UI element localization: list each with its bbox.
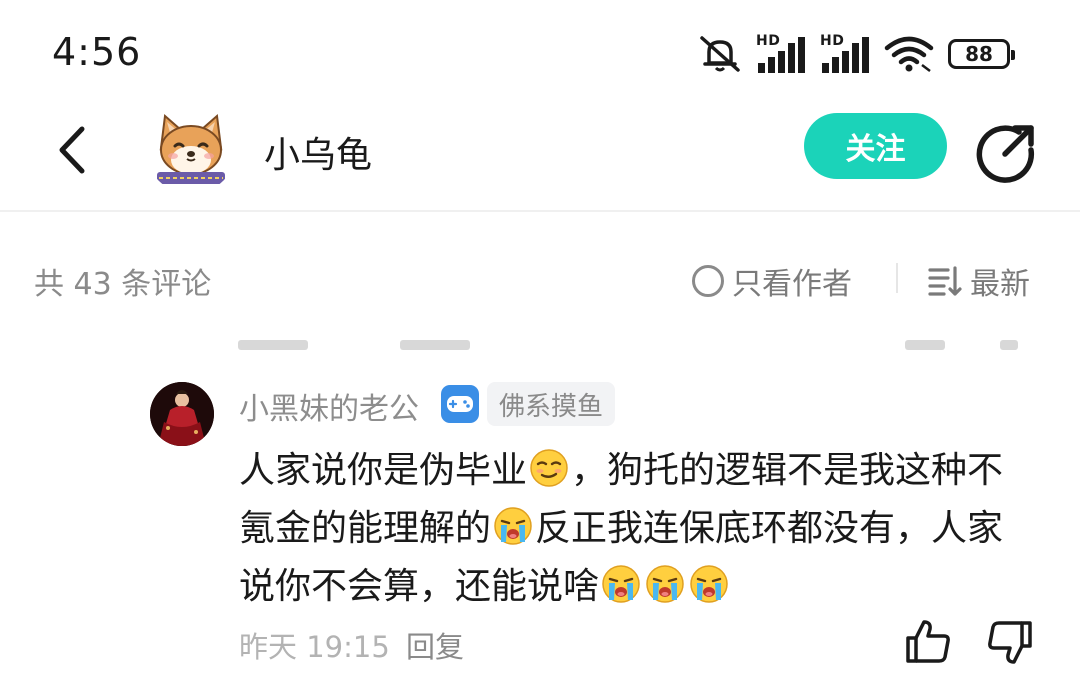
- thumbs-down-icon: [988, 621, 1032, 664]
- smirk-emoji-icon: [530, 449, 568, 487]
- comment-bar: 共 43 条评论 只看作者 最新: [0, 245, 1080, 311]
- reply-item: 小黑妹的老公 佛系摸鱼 人家说你是伪毕业 ，狗托的逻辑不是我这种不氪金的能理解的…: [0, 378, 1080, 674]
- mute-bell-icon: [700, 36, 740, 72]
- dislike-button[interactable]: [986, 618, 1034, 666]
- header: 小乌龟 关注: [0, 100, 1080, 212]
- reply-avatar[interactable]: [150, 382, 214, 446]
- reply-time: 昨天 19:15: [239, 630, 390, 664]
- author-only-toggle[interactable]: 只看作者: [692, 259, 852, 303]
- status-time: 4:56: [52, 30, 142, 74]
- divider: [896, 263, 898, 293]
- radio-circle-icon: [692, 265, 724, 297]
- username[interactable]: 小乌龟: [264, 126, 372, 178]
- battery-level: 88: [965, 42, 993, 66]
- sort-button[interactable]: 最新: [928, 259, 1030, 303]
- follow-button[interactable]: 关注: [804, 113, 947, 179]
- user-tag: 佛系摸鱼: [487, 382, 616, 426]
- thumbs-up-icon: [906, 620, 950, 663]
- reply-button[interactable]: 回复: [406, 624, 464, 666]
- crying-emoji-icon: [690, 565, 728, 603]
- signal-1-icon: HD: [756, 33, 806, 73]
- status-bar: 4:56 HD HD 88: [0, 0, 1080, 100]
- share-icon: [976, 125, 1035, 183]
- gamepad-badge-icon: [441, 385, 479, 423]
- comment-count: 共 43 条评论: [34, 267, 212, 302]
- share-button[interactable]: [975, 120, 1039, 184]
- signal-2-icon: HD: [820, 33, 870, 73]
- wifi-icon: [884, 36, 934, 72]
- shiba-dog-avatar: [145, 102, 237, 194]
- reply-text: 人家说你是伪毕业 ，狗托的逻辑不是我这种不氪金的能理解的 反正我连保底环都没有，…: [239, 442, 1039, 616]
- author-only-label: 只看作者: [732, 267, 852, 302]
- crying-emoji-icon: [602, 565, 640, 603]
- avatar-image: [150, 382, 214, 446]
- avatar[interactable]: [145, 102, 237, 194]
- battery-icon: 88: [948, 39, 1015, 69]
- status-icons: HD HD 88: [698, 33, 1015, 74]
- sort-icon: [928, 266, 962, 296]
- chevron-left-icon: [59, 126, 85, 174]
- like-button[interactable]: [904, 618, 952, 666]
- reply-text-part1: 人家说你是伪毕业: [239, 450, 528, 491]
- back-button[interactable]: [50, 122, 94, 178]
- crying-emoji-icon: [494, 507, 532, 545]
- clipped-previous-comment: [0, 326, 1080, 352]
- sort-label: 最新: [970, 267, 1030, 302]
- crying-emoji-icon: [646, 565, 684, 603]
- reply-author[interactable]: 小黑妹的老公: [239, 384, 419, 428]
